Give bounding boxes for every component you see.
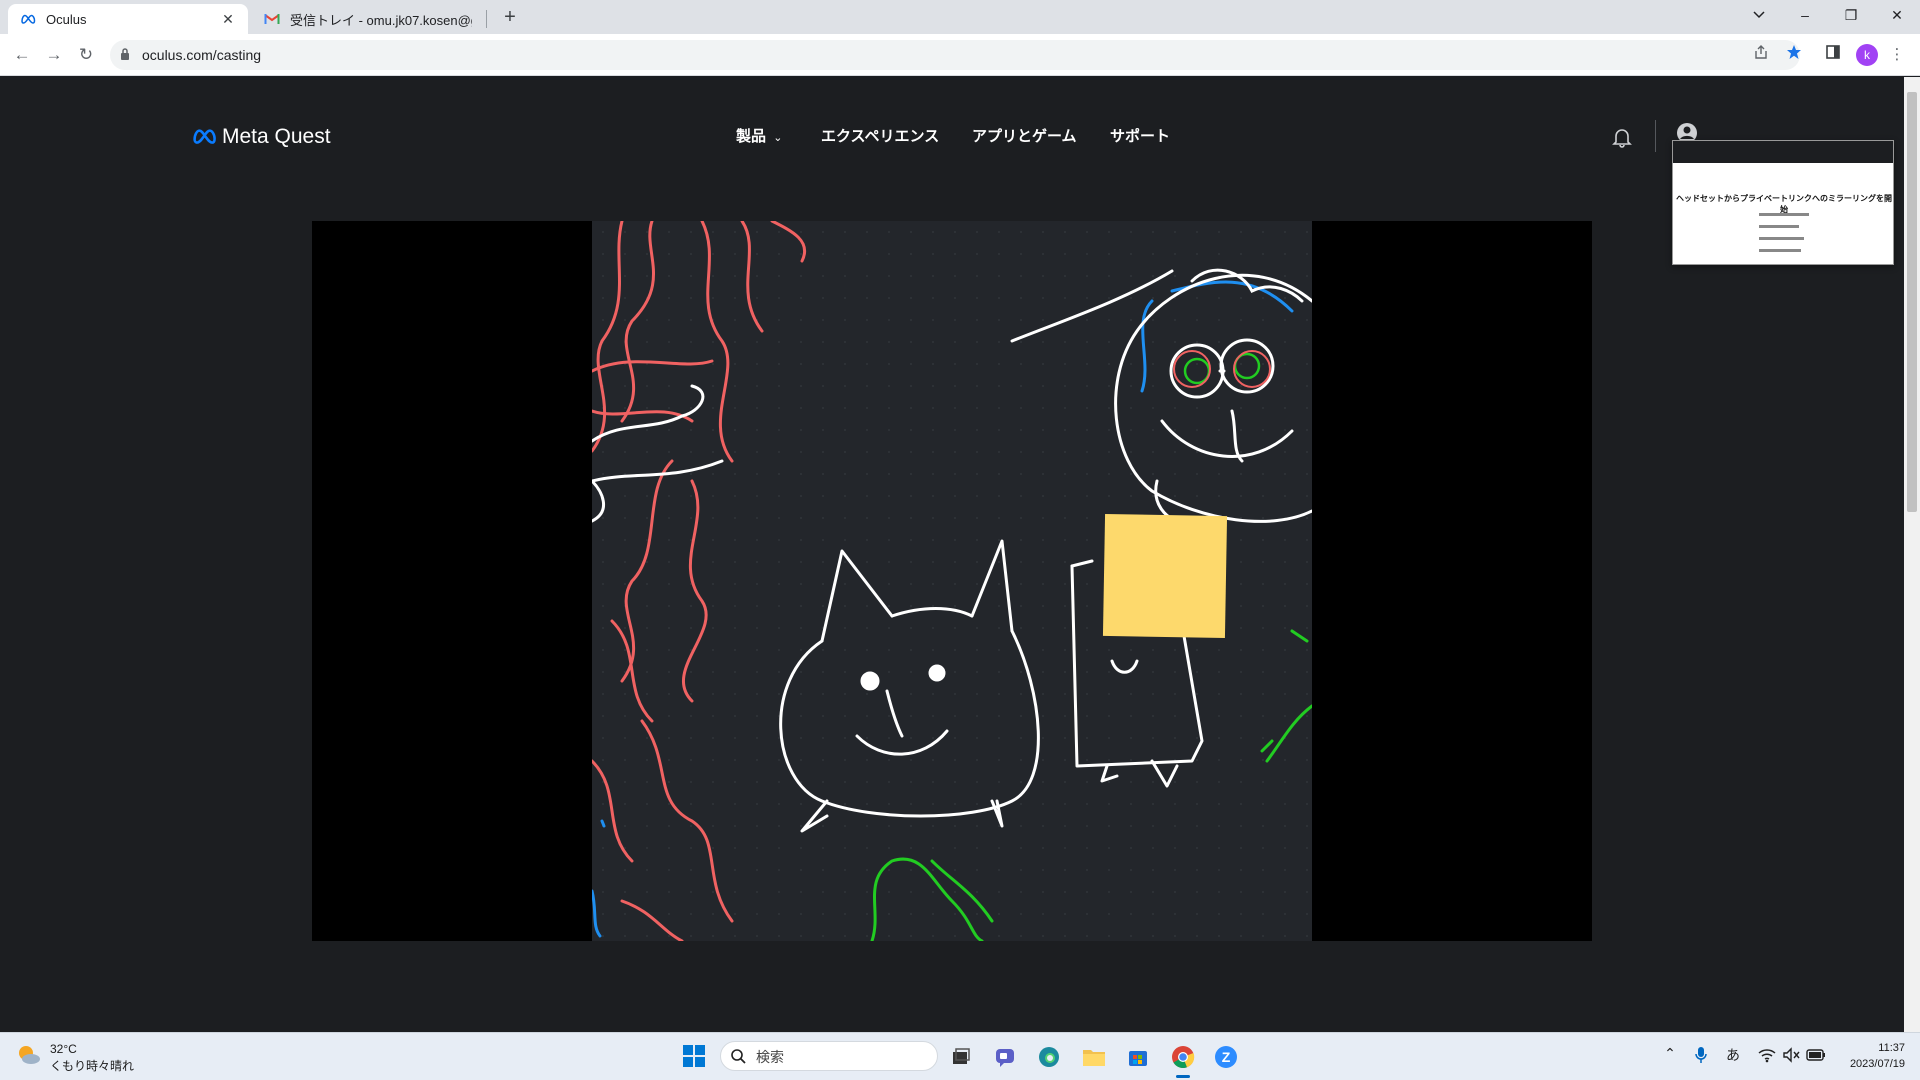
edge-browser-icon[interactable] bbox=[1038, 1046, 1060, 1068]
nav-apps-and-games[interactable]: アプリとゲーム bbox=[972, 125, 1077, 146]
meta-quest-logo[interactable]: Meta Quest bbox=[192, 125, 331, 149]
file-explorer-icon[interactable] bbox=[1082, 1046, 1106, 1068]
close-window-button[interactable]: ✕ bbox=[1874, 0, 1920, 30]
wifi-icon[interactable] bbox=[1758, 1047, 1776, 1063]
tab-preview-thumbnail: ヘッドセットからプライベートリンクへのミラーリングを開始 bbox=[1672, 140, 1894, 265]
microphone-icon[interactable] bbox=[1694, 1046, 1708, 1064]
zoom-icon[interactable]: Z bbox=[1214, 1045, 1238, 1069]
tab-gmail[interactable]: 受信トレイ - omu.jk07.kosen@gmail.com bbox=[252, 4, 484, 34]
nav-support[interactable]: サポート bbox=[1110, 125, 1170, 146]
volume-muted-icon[interactable] bbox=[1782, 1047, 1800, 1063]
lock-icon[interactable] bbox=[120, 47, 130, 60]
thumbnail-line bbox=[1759, 249, 1801, 252]
tab-divider bbox=[486, 10, 487, 28]
casted-whiteboard bbox=[592, 221, 1312, 941]
logo-text: Meta Quest bbox=[222, 125, 331, 148]
tab-oculus[interactable]: Oculus ✕ bbox=[8, 4, 248, 34]
side-panel-icon[interactable] bbox=[1822, 44, 1844, 66]
chrome-icon[interactable] bbox=[1171, 1045, 1195, 1069]
thumbnail-line bbox=[1759, 225, 1799, 228]
teams-chat-icon[interactable] bbox=[994, 1046, 1016, 1068]
nav-products[interactable]: 製品 ⌄ bbox=[736, 125, 782, 146]
weather-description[interactable]: くもり時々晴れ bbox=[50, 1057, 134, 1074]
meta-icon bbox=[193, 129, 216, 144]
close-tab-icon[interactable]: ✕ bbox=[220, 11, 236, 28]
new-tab-button[interactable]: + bbox=[496, 5, 524, 29]
thumbnail-header bbox=[1673, 141, 1893, 163]
forward-button[interactable]: → bbox=[42, 43, 66, 67]
thumbnail-line bbox=[1759, 213, 1809, 216]
url-text[interactable]: oculus.com/casting bbox=[142, 47, 261, 63]
nav-experiences[interactable]: エクスペリエンス bbox=[821, 125, 939, 146]
ime-indicator[interactable]: あ bbox=[1724, 1045, 1742, 1065]
bookmark-star-icon[interactable] bbox=[1783, 44, 1805, 66]
chevron-down-icon: ⌄ bbox=[773, 132, 783, 144]
minimize-button[interactable]: – bbox=[1782, 0, 1828, 30]
search-icon bbox=[730, 1048, 746, 1064]
tab-title: 受信トレイ - omu.jk07.kosen@gmail.com bbox=[290, 12, 472, 28]
share-icon[interactable] bbox=[1750, 44, 1772, 66]
taskbar-search[interactable] bbox=[720, 1041, 938, 1071]
thumbnail-title: ヘッドセットからプライベートリンクへのミラーリングを開始 bbox=[1676, 194, 1892, 214]
scrollbar-thumb[interactable] bbox=[1907, 92, 1917, 512]
address-bar[interactable] bbox=[110, 40, 1800, 70]
clock-date[interactable]: 2023/07/19 bbox=[1838, 1058, 1905, 1070]
weather-temperature[interactable]: 32°C bbox=[50, 1042, 77, 1056]
nav-divider bbox=[1655, 120, 1656, 152]
restore-button[interactable]: ❐ bbox=[1828, 0, 1874, 30]
meta-icon bbox=[20, 11, 36, 27]
active-app-indicator bbox=[1176, 1075, 1190, 1078]
bell-icon[interactable] bbox=[1611, 126, 1633, 148]
profile-avatar[interactable]: k bbox=[1856, 44, 1878, 66]
tab-title: Oculus bbox=[46, 11, 87, 27]
thumbnail-line bbox=[1759, 237, 1804, 240]
reload-button[interactable]: ↻ bbox=[74, 43, 98, 67]
nav-products-label: 製品 bbox=[736, 128, 767, 145]
battery-icon[interactable] bbox=[1806, 1048, 1826, 1062]
tray-overflow-chevron-icon[interactable]: ⌃ bbox=[1662, 1045, 1678, 1062]
clock-time[interactable]: 11:37 bbox=[1855, 1042, 1905, 1054]
sticky-note bbox=[1102, 513, 1228, 639]
drawing-canvas bbox=[592, 221, 1312, 941]
microsoft-store-icon[interactable] bbox=[1127, 1046, 1149, 1068]
windows-start-icon[interactable] bbox=[682, 1044, 706, 1068]
gmail-icon bbox=[264, 11, 280, 27]
back-button[interactable]: ← bbox=[10, 43, 34, 67]
task-view-icon[interactable] bbox=[950, 1046, 972, 1068]
weather-icon[interactable] bbox=[16, 1042, 42, 1068]
tab-search-dropdown-icon[interactable] bbox=[1736, 0, 1782, 30]
menu-kebab-icon[interactable]: ⋮ bbox=[1886, 44, 1908, 66]
search-label: 検索 bbox=[756, 1049, 784, 1065]
svg-text:Z: Z bbox=[1222, 1049, 1231, 1065]
